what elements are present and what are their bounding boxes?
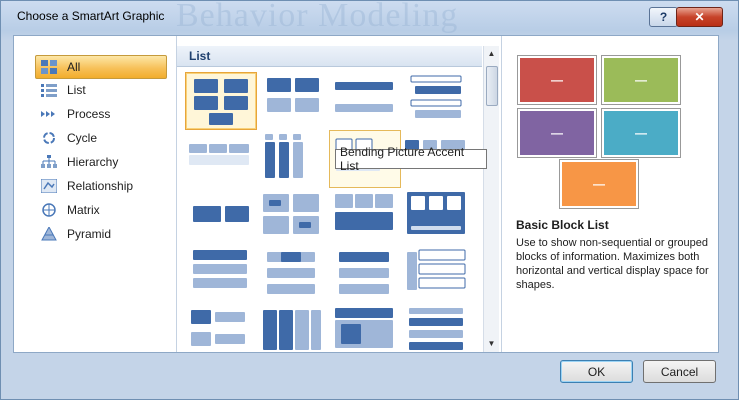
layout-thumbnail[interactable] bbox=[185, 304, 255, 360]
category-item-hierarchy[interactable]: Hierarchy bbox=[36, 151, 166, 173]
list-icon bbox=[40, 82, 58, 98]
category-label: Relationship bbox=[67, 179, 134, 193]
category-item-matrix[interactable]: Matrix bbox=[36, 199, 166, 221]
layout-preview: — — — — — bbox=[517, 48, 708, 213]
preview-block-green: — bbox=[601, 55, 681, 105]
pyramid-icon bbox=[40, 226, 58, 242]
dialog-window: Behavior Modeling Choose a SmartArt Grap… bbox=[0, 0, 739, 400]
preview-block-red: — bbox=[517, 55, 597, 105]
preview-pane: — — — — — Basic Block List Use to show n… bbox=[501, 36, 719, 352]
layout-thumbnail[interactable] bbox=[401, 188, 471, 244]
ok-button[interactable]: OK bbox=[560, 360, 633, 383]
category-label: Process bbox=[67, 107, 111, 121]
hierarchy-icon bbox=[40, 154, 58, 170]
category-label: Pyramid bbox=[67, 227, 112, 241]
cycle-icon bbox=[40, 130, 58, 146]
layout-thumbnail[interactable] bbox=[257, 72, 327, 128]
gallery-header: List bbox=[177, 46, 482, 67]
layout-thumbnail[interactable] bbox=[257, 246, 327, 302]
matrix-icon bbox=[40, 202, 58, 218]
layout-thumbnail[interactable] bbox=[329, 304, 399, 360]
layout-thumbnail[interactable] bbox=[185, 72, 257, 130]
layout-thumbnail[interactable] bbox=[185, 188, 255, 244]
layout-thumbnail[interactable] bbox=[185, 246, 255, 302]
category-item-process[interactable]: Process bbox=[36, 103, 166, 125]
all-icon bbox=[40, 59, 58, 75]
layout-description: Use to show non-sequential or grouped bl… bbox=[516, 237, 709, 291]
dialog-title: Choose a SmartArt Graphic bbox=[17, 9, 165, 23]
gallery-header-label: List bbox=[189, 49, 211, 63]
help-button[interactable]: ? bbox=[649, 7, 678, 27]
layout-thumbnail[interactable] bbox=[257, 188, 327, 244]
category-label: Matrix bbox=[67, 203, 100, 217]
category-item-relationship[interactable]: Relationship bbox=[36, 175, 166, 197]
gallery-scrollbar[interactable]: ▲ ▼ bbox=[483, 46, 499, 352]
process-icon bbox=[40, 106, 58, 122]
scrollbar-thumb[interactable] bbox=[486, 66, 498, 106]
category-item-all[interactable]: All bbox=[35, 55, 167, 79]
category-list: All List Process Cycle Hierarchy Relatio… bbox=[14, 36, 177, 352]
category-label: Cycle bbox=[67, 131, 98, 145]
category-label: Hierarchy bbox=[67, 155, 119, 169]
title-bar: Behavior Modeling Choose a SmartArt Grap… bbox=[1, 0, 738, 35]
category-item-list[interactable]: List bbox=[36, 79, 166, 101]
layout-thumbnail[interactable] bbox=[257, 304, 327, 360]
layout-thumbnail[interactable] bbox=[401, 72, 471, 128]
scroll-down-arrow-icon[interactable]: ▼ bbox=[484, 336, 499, 351]
category-item-cycle[interactable]: Cycle bbox=[36, 127, 166, 149]
dialog-body: All List Process Cycle Hierarchy Relatio… bbox=[13, 35, 719, 353]
layout-thumbnail[interactable] bbox=[401, 246, 471, 302]
cancel-button[interactable]: Cancel bbox=[643, 360, 716, 383]
preview-block-purple: — bbox=[517, 108, 597, 158]
layout-thumbnail[interactable] bbox=[257, 130, 327, 186]
scroll-up-arrow-icon[interactable]: ▲ bbox=[484, 46, 499, 61]
preview-block-orange: — bbox=[559, 159, 639, 209]
layout-thumbnail[interactable] bbox=[329, 72, 399, 128]
background-document-text: Behavior Modeling bbox=[176, 0, 459, 34]
layout-thumbnail[interactable] bbox=[329, 188, 399, 244]
layout-thumbnail[interactable] bbox=[185, 130, 255, 186]
layout-tooltip: Bending Picture Accent List bbox=[335, 145, 487, 173]
category-label: List bbox=[67, 83, 86, 97]
layout-thumbnail[interactable] bbox=[329, 246, 399, 302]
close-button[interactable]: ✕ bbox=[676, 7, 723, 27]
relationship-icon bbox=[40, 178, 58, 194]
preview-block-teal: — bbox=[601, 108, 681, 158]
layout-title: Basic Block List bbox=[516, 218, 609, 232]
layout-gallery: List ▲ ▼ bbox=[177, 36, 499, 352]
category-label: All bbox=[67, 60, 81, 74]
category-item-pyramid[interactable]: Pyramid bbox=[36, 223, 166, 245]
layout-thumbnail[interactable] bbox=[401, 304, 471, 360]
